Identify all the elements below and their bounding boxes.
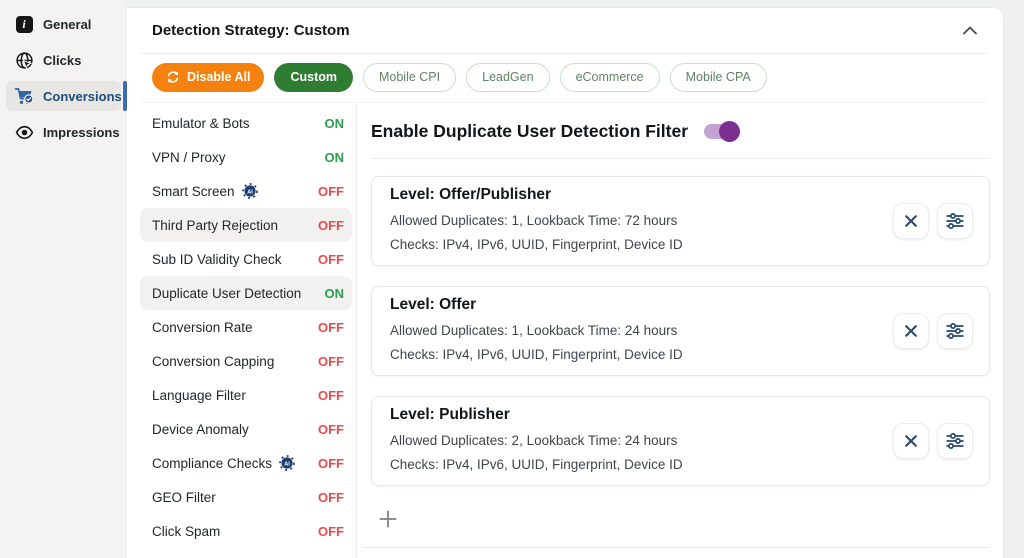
level-checks: Checks: IPv4, IPv6, UUID, Fingerprint, D… <box>390 236 683 252</box>
filter-row-conversion-capping[interactable]: Conversion Capping OFF <box>140 344 352 378</box>
detail-title: Enable Duplicate User Detection Filter <box>371 120 689 141</box>
preset-mobile-cpi[interactable]: Mobile CPI <box>362 62 457 92</box>
detection-strategy-panel: Detection Strategy: Custom Disable All C… <box>127 8 1003 558</box>
preset-custom[interactable]: Custom <box>274 62 353 92</box>
duplicate-user-detection-detail: Enable Duplicate User Detection Filter L… <box>357 103 1003 558</box>
configure-level-button[interactable] <box>937 203 973 239</box>
remove-level-button[interactable] <box>893 203 929 239</box>
filter-row-sub-id-validity[interactable]: Sub ID Validity Check OFF <box>140 242 352 276</box>
filter-row-language-filter[interactable]: Language Filter OFF <box>140 378 352 412</box>
preset-mobile-cpa[interactable]: Mobile CPA <box>669 62 767 92</box>
ai-chip-icon: AI <box>279 455 295 471</box>
filter-row-vpn-proxy[interactable]: VPN / Proxy ON <box>140 140 352 174</box>
duplicate-user-detection-toggle[interactable] <box>704 120 741 142</box>
level-card-offer: Level: Offer Allowed Duplicates: 1, Look… <box>371 286 990 376</box>
status-badge: ON <box>324 285 345 301</box>
status-badge: OFF <box>318 421 344 437</box>
chevron-up-icon[interactable] <box>959 22 981 39</box>
level-card-offer-publisher: Level: Offer/Publisher Allowed Duplicate… <box>371 176 990 266</box>
configure-level-button[interactable] <box>937 423 973 459</box>
level-title: Level: Publisher <box>390 405 510 423</box>
filter-row-emulator-bots[interactable]: Emulator & Bots ON <box>140 106 352 140</box>
divider <box>363 547 990 548</box>
filter-row-third-party-rejection[interactable]: Third Party Rejection OFF <box>140 208 352 242</box>
close-icon <box>905 325 917 337</box>
close-icon <box>905 215 917 227</box>
sidebar-item-label: Impressions <box>43 124 120 140</box>
filter-row-session-time[interactable]: Session Time OFF <box>140 548 352 558</box>
svg-text:AI: AI <box>284 461 290 467</box>
cart-check-icon <box>14 86 34 106</box>
panel-header: Detection Strategy: Custom <box>127 8 1003 53</box>
status-badge: OFF <box>318 387 344 403</box>
filter-row-geo-filter[interactable]: GEO Filter OFF <box>140 480 352 514</box>
divider <box>371 158 990 159</box>
status-badge: OFF <box>318 319 344 335</box>
status-badge: ON <box>324 115 345 131</box>
sidebar-item-general[interactable]: i General <box>6 9 121 39</box>
filter-row-device-anomaly[interactable]: Device Anomaly OFF <box>140 412 352 446</box>
filter-row-conversion-rate[interactable]: Conversion Rate OFF <box>140 310 352 344</box>
sidebar-item-label: Clicks <box>43 52 82 68</box>
eye-icon <box>14 122 34 142</box>
filter-row-duplicate-user-detection[interactable]: Duplicate User Detection ON <box>140 276 352 310</box>
level-settings: Allowed Duplicates: 1, Lookback Time: 72… <box>390 212 678 228</box>
sidebar-item-clicks[interactable]: Clicks <box>6 45 121 75</box>
sliders-icon <box>946 323 964 339</box>
globe-click-icon <box>14 50 34 70</box>
status-badge: OFF <box>318 251 344 267</box>
sliders-icon <box>946 433 964 449</box>
level-title: Level: Offer <box>390 295 477 313</box>
status-badge: OFF <box>318 183 344 199</box>
preset-leadgen[interactable]: LeadGen <box>466 62 550 92</box>
strategy-buttons-row: Disable All Custom Mobile CPI LeadGen eC… <box>127 54 1003 102</box>
sidebar: i General Clicks Conversions Impressions <box>0 0 127 558</box>
disable-all-button[interactable]: Disable All <box>152 62 265 92</box>
svg-text:AI: AI <box>247 189 253 195</box>
level-checks: Checks: IPv4, IPv6, UUID, Fingerprint, D… <box>390 456 683 472</box>
sidebar-item-label: Conversions <box>43 88 122 104</box>
preset-ecommerce[interactable]: eCommerce <box>559 62 660 92</box>
info-icon: i <box>14 14 34 34</box>
ai-chip-icon: AI <box>241 183 258 199</box>
status-badge: ON <box>324 149 345 165</box>
configure-level-button[interactable] <box>937 313 973 349</box>
status-badge: OFF <box>318 217 344 233</box>
level-settings: Allowed Duplicates: 2, Lookback Time: 24… <box>390 432 678 448</box>
sidebar-item-label: General <box>43 16 92 32</box>
status-badge: OFF <box>318 523 344 539</box>
status-badge: OFF <box>318 353 344 369</box>
sliders-icon <box>946 213 964 229</box>
status-badge: OFF <box>318 455 344 471</box>
level-title: Level: Offer/Publisher <box>390 185 552 203</box>
add-level-button[interactable] <box>378 509 398 529</box>
close-icon <box>905 435 917 447</box>
sidebar-item-impressions[interactable]: Impressions <box>6 117 121 147</box>
level-checks: Checks: IPv4, IPv6, UUID, Fingerprint, D… <box>390 346 683 362</box>
filter-row-click-spam[interactable]: Click Spam OFF <box>140 514 352 548</box>
level-card-publisher: Level: Publisher Allowed Duplicates: 2, … <box>371 396 990 486</box>
filter-row-smart-screen[interactable]: Smart Screen AI OFF <box>140 174 352 208</box>
level-settings: Allowed Duplicates: 1, Lookback Time: 24… <box>390 322 678 338</box>
filter-row-compliance-checks[interactable]: Compliance Checks AI OFF <box>140 446 352 480</box>
panel-title: Detection Strategy: Custom <box>152 22 350 39</box>
status-badge: OFF <box>318 489 344 505</box>
remove-level-button[interactable] <box>893 423 929 459</box>
plus-icon <box>379 510 397 528</box>
filter-list: Emulator & Bots ON VPN / Proxy ON Smart … <box>140 103 352 558</box>
remove-level-button[interactable] <box>893 313 929 349</box>
sidebar-item-conversions[interactable]: Conversions <box>6 81 127 111</box>
content: Emulator & Bots ON VPN / Proxy ON Smart … <box>127 103 1003 558</box>
refresh-icon <box>166 70 180 84</box>
